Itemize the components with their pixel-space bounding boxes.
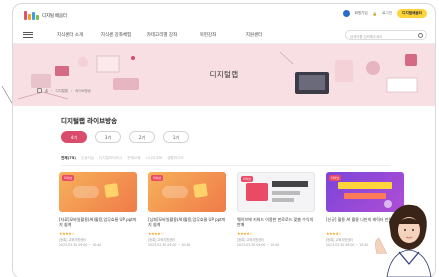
filter-literacy-edu[interactable]: 문해교육 — [127, 156, 140, 161]
hamburger-menu-icon[interactable] — [23, 31, 33, 38]
breadcrumb: 홈 › 디지털랩 › 라이브방송 — [37, 88, 91, 93]
course-title[interactable]: [자료]모바일활용(AI)활용,업무효율 UP ppt까지 쉽게 — [59, 217, 137, 228]
nav-item-support[interactable]: 지원센터 — [231, 32, 277, 38]
filter-literacy[interactable]: 디지털리터러시 — [99, 156, 122, 161]
course-meta: [등록] 교육지원센터 2023.03.30 09:00 ~ 10:40 — [59, 238, 137, 247]
rating-stars: ★★★★☆ — [59, 231, 75, 236]
logo-text: 디지털 배움터 — [42, 13, 67, 19]
filter-all[interactable]: 전체(75) — [61, 156, 76, 161]
main-menu: 지식센터 소개 지식센 강좌체험 카테고리별 강좌 북펀강좌 지원센터 — [47, 32, 277, 38]
search-placeholder: 검색어를 입력해주세요 — [350, 34, 383, 39]
page-title: 디지털랩 — [209, 70, 239, 79]
site-logo[interactable]: 디지털 배움터 — [24, 10, 67, 21]
thumbnail-graphic — [246, 181, 308, 202]
thumbnail-graphic — [73, 186, 99, 198]
tab-term-4[interactable]: 4기 — [61, 131, 87, 143]
breadcrumb-separator: › — [51, 88, 53, 93]
course-meta: [등록] 교육지원센터 2023.03.30 09:00 ~ 10:40 — [237, 238, 315, 247]
course-title[interactable]: [심화]모바일활용(AI)활용,업무효율 UP ppt까지 쉽게 — [148, 217, 226, 228]
section-title: 디지털랩 라이브방송 — [61, 117, 118, 125]
search-input[interactable]: 검색어를 입력해주세요 — [345, 30, 427, 40]
thumbnail-graphic — [104, 183, 119, 198]
global-nav: 지식센터 소개 지식센 강좌체험 카테고리별 강좌 북펀강좌 지원센터 검색어를… — [13, 26, 435, 44]
search-icon[interactable] — [418, 33, 423, 38]
thumbnail-graphic — [193, 183, 208, 198]
course-thumbnail[interactable]: 라이브 — [237, 172, 315, 212]
breadcrumb-item-home[interactable]: 홈 — [45, 88, 48, 93]
breadcrumb-item-live[interactable]: 라이브방송 — [75, 88, 91, 93]
home-icon[interactable] — [37, 88, 42, 93]
course-title[interactable]: 웨이브에 키워드 이용한 판로로드 맞춤 수익의 판매 — [237, 217, 315, 228]
nav-item-about[interactable]: 지식센터 소개 — [47, 32, 93, 38]
course-date: 2023.03.30 09:00 ~ 10:40 — [237, 242, 280, 247]
nav-item-special[interactable]: 북펀강좌 — [185, 32, 231, 38]
util-pill-button[interactable]: 디지털배움터 — [397, 9, 427, 18]
hero-banner: 디지털랩 — [13, 44, 435, 106]
rating-stars: ★★★★☆ — [237, 231, 253, 236]
tab-term-1[interactable]: 1기 — [163, 131, 189, 143]
tab-term-2[interactable]: 2기 — [129, 131, 155, 143]
course-card[interactable]: 라이브 웨이브에 키워드 이용한 판로로드 맞춤 수익의 판매 ★★★★☆ [등… — [237, 172, 315, 272]
course-meta: [등록] 교육지원센터 2023.03.30 09:00 ~ 10:40 — [148, 238, 226, 247]
breadcrumb-separator: › — [70, 88, 73, 93]
tab-term-3[interactable]: 3기 — [95, 131, 121, 143]
course-card-list: 라이브 [자료]모바일활용(AI)활용,업무효율 UP ppt까지 쉽게 ★★★… — [59, 172, 404, 272]
util-link-signup[interactable]: 회원가입 — [355, 11, 368, 16]
category-filters: 전체(75) 인공지능 디지털리터러시 문해교육 시니어교육 생활미디어 — [61, 156, 391, 166]
page-stage: 디지털 배움터 회원가입 🔒 로그인 디지털배움터 지식센터 소개 지식센 강좌… — [0, 0, 439, 277]
live-badge: 라이브 — [62, 175, 75, 181]
course-date: 2023.03.30 09:00 ~ 10:40 — [59, 242, 102, 247]
rating-stars: ★★★★☆ — [148, 231, 164, 236]
breadcrumb-item-lab[interactable]: 디지털랩 — [55, 88, 67, 93]
thumbnail-graphic — [162, 186, 188, 198]
filter-senior[interactable]: 시니어교육 — [146, 156, 163, 161]
utility-links: 회원가입 🔒 로그인 디지털배움터 — [342, 9, 427, 18]
presenter-illustration — [375, 204, 432, 277]
course-thumbnail[interactable]: 라이브 — [148, 172, 226, 212]
course-date: 2023.03.30 09:00 ~ 10:40 — [148, 242, 191, 247]
term-tabs: 4기 3기 2기 1기 — [61, 131, 189, 143]
top-bar: 디지털 배움터 회원가입 🔒 로그인 디지털배움터 — [13, 4, 435, 24]
course-card[interactable]: 라이브 [심화]모바일활용(AI)활용,업무효율 UP ppt까지 쉽게 ★★★… — [148, 172, 226, 272]
lock-icon: 🔒 — [372, 11, 378, 16]
logo-mark-icon — [24, 11, 39, 20]
util-link-login[interactable]: 로그인 — [382, 11, 392, 16]
filter-media[interactable]: 생활미디어 — [167, 156, 184, 161]
nav-item-category[interactable]: 카테고리별 강좌 — [139, 32, 185, 38]
gov-emblem-icon — [342, 10, 350, 17]
course-card[interactable]: 라이브 [자료]모바일활용(AI)활용,업무효율 UP ppt까지 쉽게 ★★★… — [59, 172, 137, 272]
filter-ai[interactable]: 인공지능 — [81, 156, 94, 161]
nav-item-experience[interactable]: 지식센 강좌체험 — [93, 32, 139, 38]
course-thumbnail[interactable]: 라이브 — [59, 172, 137, 212]
live-badge: 라이브 — [151, 175, 164, 181]
